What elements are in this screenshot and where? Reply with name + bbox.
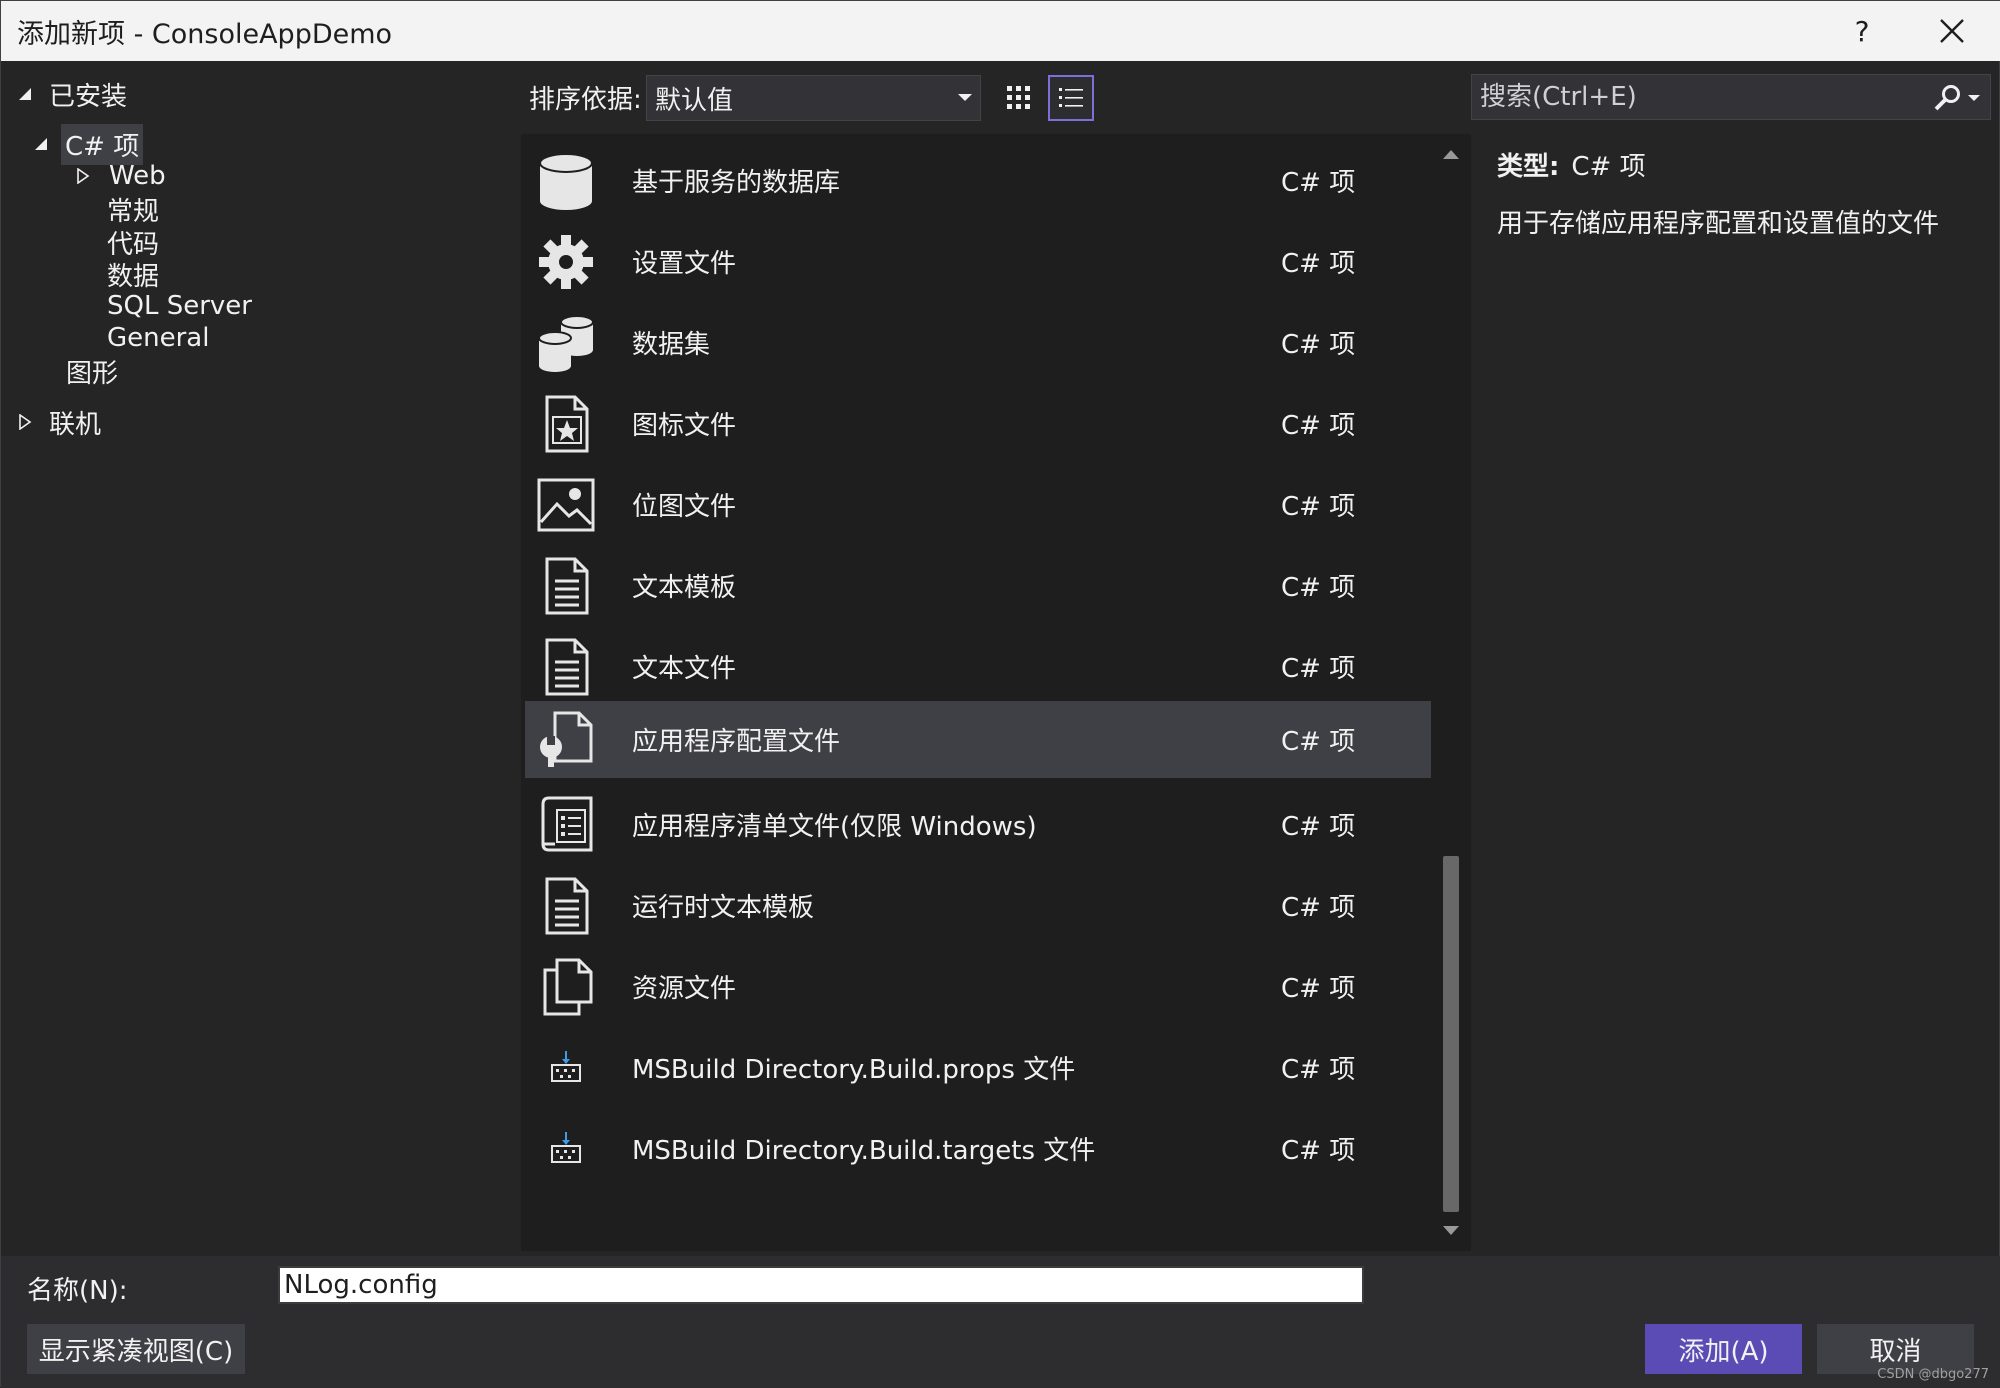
close-icon	[1940, 19, 1964, 43]
icon-file-icon	[545, 395, 589, 453]
msbuild-icon	[551, 1132, 581, 1163]
name-label: 名称(N):	[27, 1276, 128, 1306]
template-type: C# 项	[1281, 893, 1356, 923]
details-pane: 类型: C# 项 用于存储应用程序配置和设置值的文件	[1497, 146, 1977, 240]
search-icon[interactable]	[1932, 83, 1962, 113]
expanded-triangle-icon	[35, 138, 47, 150]
template-name: 文本文件	[632, 654, 737, 684]
scroll-up-arrow-icon[interactable]	[1443, 150, 1459, 159]
text-template-icon	[545, 557, 589, 615]
scroll-down-arrow-icon[interactable]	[1443, 1226, 1459, 1235]
template-type: C# 项	[1281, 1055, 1356, 1085]
add-new-item-dialog: 添加新项 - ConsoleAppDemo ? 已安装 C# 项 Web 常规 …	[0, 0, 2000, 1388]
compact-view-button[interactable]: 显示紧凑视图(C)	[27, 1324, 245, 1374]
tree-item-online[interactable]: 联机	[17, 402, 105, 442]
grid-view-icon	[1007, 86, 1030, 109]
template-row-runtime-text-template[interactable]: 运行时文本模板 C# 项	[525, 867, 1431, 944]
template-type: C# 项	[1281, 1136, 1356, 1166]
tree-item-installed[interactable]: 已安装	[17, 74, 131, 114]
template-type: C# 项	[1281, 654, 1356, 684]
name-input[interactable]	[278, 1266, 1364, 1304]
details-description: 用于存储应用程序配置和设置值的文件	[1497, 209, 1940, 239]
template-name: 应用程序配置文件	[632, 727, 841, 757]
collapsed-triangle-icon	[77, 168, 90, 184]
msbuild-icon	[551, 1051, 581, 1082]
template-list: 基于服务的数据库 C# 项 设置文件 C# 项 数据集 C# 项 图标文件 C#…	[521, 134, 1471, 1251]
database-icon	[539, 153, 593, 210]
template-name: 运行时文本模板	[632, 893, 815, 923]
template-name: 基于服务的数据库	[632, 168, 841, 198]
template-row-icon-file[interactable]: 图标文件 C# 项	[525, 385, 1431, 462]
tree-item-graphics[interactable]: 图形	[62, 351, 122, 391]
gear-icon	[539, 235, 593, 289]
template-name: MSBuild Directory.Build.targets 文件	[632, 1136, 1096, 1166]
template-name: 图标文件	[632, 411, 737, 441]
bottom-bar: 名称(N): 显示紧凑视图(C) 添加(A) 取消 CSDN @dbgo277	[1, 1256, 2000, 1388]
sort-toolbar: 排序依据: 默认值	[516, 61, 1471, 131]
template-row-app-manifest[interactable]: 应用程序清单文件(仅限 Windows) C# 项	[525, 786, 1431, 863]
runtime-template-icon	[545, 877, 589, 935]
window-title: 添加新项 - ConsoleAppDemo	[17, 18, 393, 50]
template-row-service-database[interactable]: 基于服务的数据库 C# 项	[525, 142, 1431, 219]
list-scrollbar[interactable]	[1433, 134, 1469, 1251]
details-type-value: C# 项	[1571, 152, 1646, 182]
template-name: MSBuild Directory.Build.props 文件	[632, 1055, 1076, 1085]
template-type: C# 项	[1281, 249, 1356, 279]
template-row-bitmap-file[interactable]: 位图文件 C# 项	[525, 466, 1431, 543]
chevron-down-icon	[958, 94, 972, 101]
list-view-button[interactable]	[1048, 75, 1094, 121]
template-name: 位图文件	[632, 492, 737, 522]
help-button[interactable]: ?	[1839, 9, 1885, 53]
template-row-text-file[interactable]: 文本文件 C# 项	[525, 628, 1431, 705]
scroll-thumb[interactable]	[1443, 856, 1459, 1212]
tree-item-label: 图形	[66, 358, 119, 389]
category-tree: 已安装 C# 项 Web 常规 代码 数据 SQL Server General…	[1, 61, 516, 1256]
template-name: 设置文件	[632, 249, 737, 279]
template-name: 文本模板	[632, 573, 737, 603]
manifest-icon	[541, 796, 593, 852]
template-type: C# 项	[1281, 812, 1356, 842]
template-type: C# 项	[1281, 168, 1356, 198]
tree-item-label: 已安装	[49, 81, 128, 112]
template-type: C# 项	[1281, 492, 1356, 522]
template-type: C# 项	[1281, 974, 1356, 1004]
dataset-icon	[538, 315, 594, 372]
grid-view-button[interactable]	[996, 75, 1042, 121]
bitmap-icon	[537, 478, 595, 532]
template-type: C# 项	[1281, 573, 1356, 603]
details-type-key: 类型:	[1497, 152, 1560, 182]
list-view-icon	[1059, 88, 1083, 107]
template-name: 数据集	[632, 330, 711, 360]
tree-item-label: 联机	[49, 409, 102, 440]
resource-file-icon	[543, 958, 593, 1016]
details-type-line: 类型: C# 项	[1497, 146, 1977, 183]
search-input[interactable]	[1478, 79, 1918, 115]
template-name: 应用程序清单文件(仅限 Windows)	[632, 812, 1037, 842]
template-row-text-template[interactable]: 文本模板 C# 项	[525, 547, 1431, 624]
add-button[interactable]: 添加(A)	[1645, 1324, 1802, 1374]
expanded-triangle-icon	[19, 88, 31, 100]
title-bar: 添加新项 - ConsoleAppDemo ?	[1, 1, 2000, 61]
template-type: C# 项	[1281, 330, 1356, 360]
sort-dropdown[interactable]: 默认值	[646, 75, 981, 121]
template-type: C# 项	[1281, 727, 1356, 757]
template-row-app-config[interactable]: 应用程序配置文件 C# 项	[525, 701, 1431, 778]
template-row-settings-file[interactable]: 设置文件 C# 项	[525, 223, 1431, 300]
sort-value: 默认值	[655, 85, 734, 116]
search-options-chevron-icon[interactable]	[1968, 95, 1980, 101]
search-box[interactable]	[1471, 74, 1991, 120]
template-type: C# 项	[1281, 411, 1356, 441]
close-button[interactable]	[1929, 9, 1975, 53]
template-row-resource-file[interactable]: 资源文件 C# 项	[525, 948, 1431, 1025]
template-name: 资源文件	[632, 974, 737, 1004]
collapsed-triangle-icon	[19, 414, 32, 430]
text-file-icon	[545, 638, 589, 696]
sort-label: 排序依据:	[529, 85, 642, 115]
watermark: CSDN @dbgo277	[1877, 1367, 1989, 1382]
template-row-dataset[interactable]: 数据集 C# 项	[525, 304, 1431, 381]
template-row-msbuild-targets[interactable]: MSBuild Directory.Build.targets 文件 C# 项	[525, 1110, 1431, 1187]
config-file-icon	[540, 711, 593, 767]
template-row-msbuild-props[interactable]: MSBuild Directory.Build.props 文件 C# 项	[525, 1029, 1431, 1106]
